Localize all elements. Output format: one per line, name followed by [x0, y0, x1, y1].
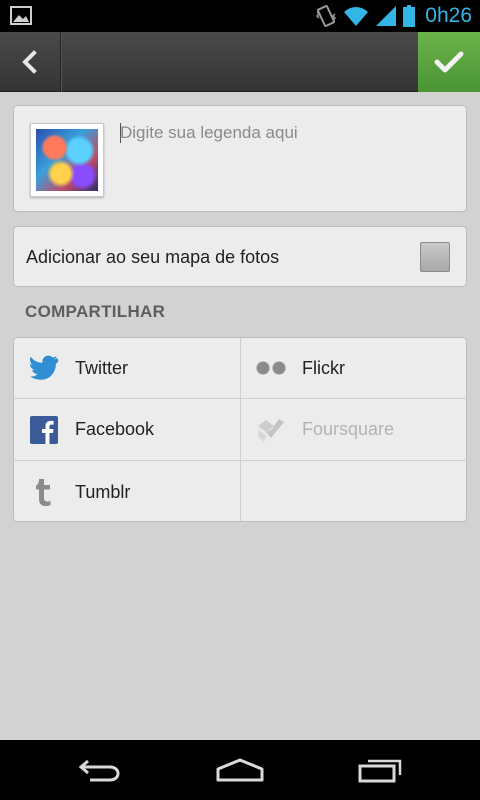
- share-facebook-label: Facebook: [75, 419, 155, 439]
- share-tumblr[interactable]: Tumblr: [14, 461, 241, 521]
- wifi-icon: [344, 7, 369, 26]
- photo-map-checkbox[interactable]: [420, 242, 450, 272]
- share-foursquare: Foursquare: [241, 399, 466, 461]
- back-button[interactable]: [0, 32, 60, 92]
- share-tumblr-label: Tumblr: [75, 481, 131, 502]
- home-nav-icon: [216, 758, 264, 782]
- photo-map-label: Adicionar ao seu mapa de fotos: [26, 247, 280, 267]
- action-bar: [0, 32, 480, 92]
- navigation-bar: [0, 740, 480, 800]
- nav-back-button[interactable]: [70, 750, 130, 790]
- share-flickr-label: Flickr: [302, 357, 345, 378]
- flickr-icon: [256, 353, 286, 383]
- chevron-left-icon: [22, 50, 37, 74]
- signal-icon: [376, 6, 397, 26]
- photo-thumbnail[interactable]: [30, 123, 104, 197]
- nav-recent-apps-button[interactable]: [350, 750, 410, 790]
- checkmark-icon: [434, 51, 464, 73]
- share-section-title: COMPARTILHAR: [25, 302, 166, 321]
- share-facebook[interactable]: Facebook: [14, 399, 241, 461]
- vibrate-icon: [316, 5, 337, 27]
- gallery-notification-icon: [10, 6, 32, 25]
- share-twitter-label: Twitter: [75, 357, 129, 378]
- back-nav-icon: [78, 759, 120, 782]
- photo-image: [36, 129, 98, 191]
- foursquare-icon: [256, 415, 286, 445]
- share-twitter[interactable]: Twitter: [14, 338, 241, 399]
- status-time: 0h26: [425, 4, 472, 27]
- battery-icon: [403, 5, 416, 27]
- tumblr-icon: [29, 477, 59, 507]
- photo-map-row[interactable]: Adicionar ao seu mapa de fotos: [13, 226, 467, 287]
- share-empty-cell: [241, 461, 466, 521]
- caption-input[interactable]: [120, 118, 450, 148]
- caption-card: [13, 105, 467, 212]
- share-grid: Twitter Flickr Facebook Foursquare Tumbl…: [13, 337, 467, 522]
- nav-home-button[interactable]: [210, 750, 270, 790]
- status-bar: 0h26: [0, 0, 480, 32]
- recent-apps-icon: [358, 759, 402, 783]
- share-flickr[interactable]: Flickr: [241, 338, 466, 399]
- twitter-icon: [29, 353, 59, 383]
- share-foursquare-label: Foursquare: [302, 419, 395, 439]
- action-bar-divider: [60, 32, 62, 92]
- facebook-icon: [29, 415, 59, 445]
- confirm-button[interactable]: [418, 32, 480, 92]
